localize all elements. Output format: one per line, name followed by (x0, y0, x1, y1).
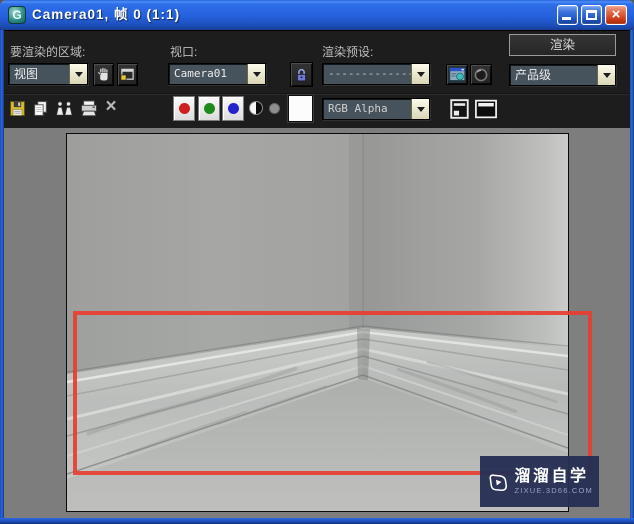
red-channel-icon (178, 103, 190, 114)
render-button[interactable]: 渲染 (509, 34, 616, 56)
lock-viewport-button[interactable] (290, 62, 313, 87)
clear-button[interactable]: × (101, 95, 121, 119)
lock-icon (296, 68, 307, 81)
viewport-overlay-icon (474, 99, 497, 118)
red-channel-button[interactable] (173, 96, 195, 121)
clone-icon (56, 101, 73, 115)
maximize-icon (586, 10, 597, 20)
save-icon (10, 100, 25, 116)
clear-icon: × (105, 96, 117, 117)
print-image-button[interactable] (77, 97, 100, 119)
copy-image-button[interactable] (30, 97, 51, 119)
pan-hand-icon (97, 67, 109, 81)
window-border-bottom (0, 518, 634, 524)
channel-display-value: RGB Alpha (328, 102, 388, 115)
viewport-select[interactable]: Camera01 (168, 63, 266, 85)
render-preset-select[interactable]: --------------- (322, 63, 430, 85)
alpha-channel-button[interactable] (269, 103, 280, 114)
chevron-down-icon[interactable] (411, 64, 429, 84)
copy-icon (34, 100, 47, 116)
layers-icon (449, 98, 469, 119)
minimize-button[interactable] (557, 5, 578, 25)
print-icon (80, 100, 97, 116)
clone-window-button[interactable] (53, 97, 76, 119)
chevron-down-icon[interactable] (411, 99, 429, 119)
toggle-ui-overlays-button[interactable] (473, 96, 498, 121)
toolbar: 要渲染的区域: 视口: 渲染预设: 视图 Camera01 ----------… (4, 30, 630, 128)
environment-dialog-button[interactable] (470, 64, 492, 85)
watermark-brand: 溜溜自学 (514, 468, 589, 485)
titlebar[interactable]: G Camera01, 帧 0 (1:1) × (0, 0, 634, 30)
channel-display-select[interactable]: RGB Alpha (322, 98, 430, 120)
blue-channel-icon (227, 103, 239, 114)
green-channel-icon (203, 103, 215, 114)
monochrome-button[interactable] (249, 101, 263, 115)
watermark: 溜溜自学 zixue.3d66.com (480, 456, 599, 507)
chevron-down-icon[interactable] (69, 64, 87, 84)
environment-icon (474, 68, 488, 81)
window-title: Camera01, 帧 0 (1:1) (32, 7, 181, 22)
area-to-render-select[interactable]: 视图 (8, 63, 88, 85)
toolbar-divider (4, 93, 630, 95)
viewport-label: 视口: (170, 45, 198, 59)
watermark-site: zixue.3d66.com (514, 486, 593, 495)
render-canvas: 溜溜自学 zixue.3d66.com (4, 128, 630, 518)
render-mode-value: 产品级 (515, 68, 552, 82)
area-to-render-value: 视图 (14, 67, 39, 81)
watermark-play-icon (489, 473, 507, 491)
chevron-down-icon[interactable] (247, 64, 265, 84)
render-setup-button[interactable] (446, 64, 468, 85)
area-to-render-label: 要渲染的区域: (10, 45, 86, 59)
color-swatch[interactable] (288, 95, 313, 122)
layers-button[interactable] (448, 96, 470, 121)
edit-region-icon (120, 68, 134, 81)
window-border-right (630, 30, 634, 518)
minimize-icon (562, 17, 571, 20)
close-button[interactable]: × (605, 5, 627, 25)
save-image-button[interactable] (7, 97, 28, 119)
green-channel-button[interactable] (198, 96, 220, 121)
close-icon: × (611, 6, 621, 23)
pan-button[interactable] (93, 63, 114, 86)
chevron-down-icon[interactable] (597, 65, 615, 85)
viewport-value: Camera01 (174, 67, 227, 80)
render-preset-label: 渲染预设: (322, 45, 374, 59)
window-border-left (0, 30, 4, 518)
render-region-rectangle[interactable] (73, 311, 592, 475)
render-preset-value: --------------- (328, 67, 411, 80)
window-icon: G (8, 6, 26, 24)
maximize-button[interactable] (581, 5, 602, 25)
render-setup-icon (448, 67, 465, 81)
rendered-frame-window: G Camera01, 帧 0 (1:1) × 要渲染的区域: 视口: 渲染预设… (0, 0, 634, 524)
render-mode-select[interactable]: 产品级 (509, 64, 616, 86)
blue-channel-button[interactable] (222, 96, 244, 121)
edit-region-button[interactable] (117, 63, 138, 86)
